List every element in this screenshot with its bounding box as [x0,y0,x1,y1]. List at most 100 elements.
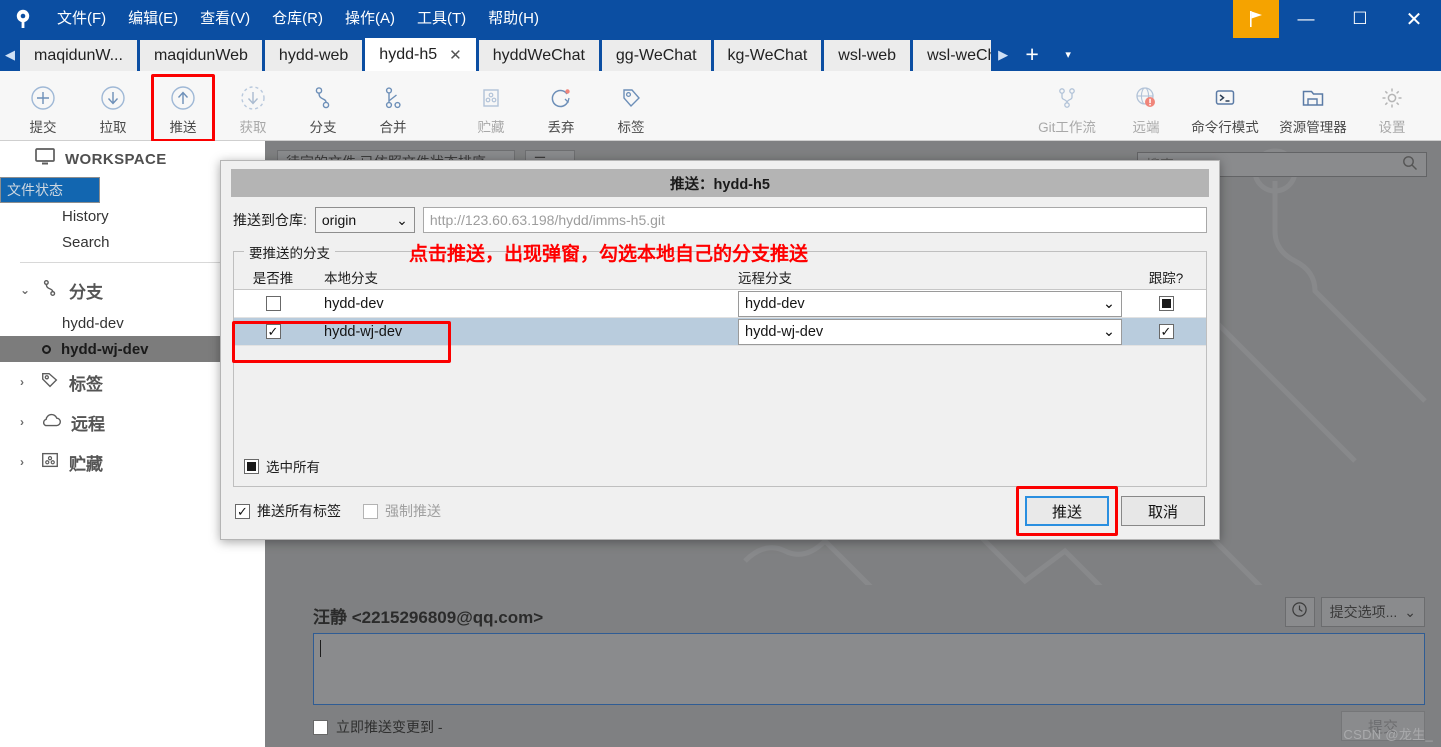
tab-label: maqidunW... [34,46,123,64]
push-all-tags-checkbox[interactable]: ✓ [235,503,250,519]
dialog-push-button[interactable]: 推送 [1025,496,1109,526]
tab-overflow-icon[interactable]: ▾ [1052,38,1084,71]
chevron-right-icon[interactable]: › [20,415,31,429]
toolbar-terminal-button[interactable]: 命令行模式 [1181,75,1269,137]
menu-edit[interactable]: 编辑(E) [117,5,189,33]
clock-icon [1291,601,1308,623]
toolbar-gitflow-button[interactable]: Git工作流 [1023,75,1111,137]
remote-branch-select[interactable]: hydd-dev ⌄ [738,290,1122,317]
branch-icon [308,81,338,115]
toolbar-discard-button[interactable]: 丢弃 [526,75,596,137]
tab-label: hyddWeChat [492,46,585,64]
row-push-checkbox-cell [234,296,312,311]
toolbar-label: 命令行模式 [1191,119,1259,135]
commit-history-button[interactable] [1284,597,1315,627]
monitor-icon [35,148,55,170]
sidebar-group-label: 分支 [69,282,103,302]
add-tab-button[interactable]: + [1012,38,1052,71]
tab-hydd-web[interactable]: hydd-web [264,40,363,71]
text-caret [320,640,321,657]
toolbar-commit-button[interactable]: 提交 [8,75,78,137]
tab-kg-wechat[interactable]: kg-WeChat [713,40,822,71]
flag-button[interactable] [1233,0,1279,38]
toolbar-label: 丢弃 [547,119,575,135]
tab-scroll-left-icon[interactable]: ◀ [0,38,20,71]
sidebar-group-label: 贮藏 [69,454,103,474]
col-track: 跟踪? [1148,271,1184,286]
menu-tools[interactable]: 工具(T) [406,5,477,33]
toolbar-merge-button[interactable]: 合并 [358,75,428,137]
menu-file[interactable]: 文件(F) [46,5,117,33]
toolbar-label: 资源管理器 [1279,119,1347,135]
dialog-cancel-button[interactable]: 取消 [1121,496,1205,526]
toolbar-remote-button[interactable]: 远端 [1111,75,1181,137]
maximize-button[interactable]: ☐ [1333,0,1387,38]
menu-repository[interactable]: 仓库(R) [261,5,334,33]
repo-select[interactable]: origin ⌄ [314,207,415,233]
push-immediately-checkbox[interactable] [313,719,328,735]
minimize-button[interactable]: — [1279,0,1333,38]
commit-message-input[interactable] [313,633,1425,705]
sidebar-item-file-status[interactable]: 文件状态 [0,177,100,203]
tab-wsl-web[interactable]: wsl-web [824,40,911,71]
tab-wsl-wechat[interactable]: wsl-weChat [913,40,992,71]
tab-gg-wechat[interactable]: gg-WeChat [601,40,711,71]
toolbar-explorer-button[interactable]: 资源管理器 [1269,75,1357,137]
toolbar-label: 推送 [169,119,197,135]
track-checkbox[interactable] [1158,296,1174,311]
toolbar-stash-button[interactable]: 贮藏 [456,75,526,137]
tab-scroll-right-icon[interactable]: ▶ [994,38,1012,71]
select-all-checkbox[interactable] [244,458,259,474]
toolbar-tag-button[interactable]: 标签 [596,75,666,137]
toolbar-label: 标签 [617,119,645,135]
cloud-icon [40,411,62,434]
col-remote-branch: 远程分支 [738,271,792,286]
merge-icon [378,81,408,115]
track-checkbox[interactable]: ✓ [1158,324,1174,339]
toolbar-settings-button[interactable]: 设置 [1357,75,1427,137]
stash-box-icon [40,450,60,475]
menu-help[interactable]: 帮助(H) [477,5,550,33]
commit-panel: 汪静 <2215296809@qq.com> 提交选项... ⌄ 立即推送变更到… [265,585,1441,747]
branches-fieldset: 要推送的分支 点击推送，出现弹窗，勾选本地自己的分支推送 是否推 本地分支 远程… [233,242,1207,487]
stash-box-icon [476,81,506,115]
sidebar-group-label: 远程 [71,414,105,434]
dialog-buttons: 推送 取消 [1016,486,1205,536]
tab-hyddwechat[interactable]: hyddWeChat [478,40,599,71]
select-all-row[interactable]: 选中所有 [244,456,320,476]
tab-label: maqidunWeb [153,46,248,64]
repo-select-value: origin [321,212,357,228]
chevron-right-icon[interactable]: › [20,375,31,389]
table-row[interactable]: hydd-dev hydd-dev ⌄ [234,290,1206,318]
menu-view[interactable]: 查看(V) [189,5,261,33]
toolbar-label: 合并 [379,119,407,135]
globe-alert-icon [1131,81,1161,115]
remote-branch-select[interactable]: hydd-wj-dev ⌄ [738,318,1122,345]
push-checkbox[interactable]: ✓ [265,324,281,339]
row-remote-branch-cell: hydd-wj-dev ⌄ [732,318,1126,345]
repo-label: 推送到仓库: [233,212,307,228]
menu-actions[interactable]: 操作(A) [334,5,406,33]
chevron-right-icon[interactable]: › [20,455,31,469]
tab-hydd-h5[interactable]: hydd-h5 ✕ [365,38,476,71]
tab-maqidunw[interactable]: maqidunW... [20,40,137,71]
push-checkbox[interactable] [265,296,281,311]
toolbar-branch-button[interactable]: 分支 [288,75,358,137]
tab-maqidunweb[interactable]: maqidunWeb [139,40,262,71]
toolbar-push-button[interactable]: 推送 [148,73,218,142]
commit-options-label: 提交选项... [1329,604,1398,620]
terminal-icon [1210,81,1240,115]
chevron-down-icon[interactable]: ⌄ [20,283,31,297]
push-all-tags-row[interactable]: ✓ 推送所有标签 [235,501,341,521]
tab-close-icon[interactable]: ✕ [449,46,462,64]
toolbar-pull-button[interactable]: 拉取 [78,75,148,137]
toolbar-fetch-button[interactable]: 获取 [218,75,288,137]
force-push-row: 强制推送 [363,501,441,521]
close-button[interactable]: ✕ [1387,0,1441,38]
push-immediately-label: 立即推送变更到 - [336,719,443,735]
push-dialog: 推送：hydd-h5 推送到仓库: origin ⌄ http://123.60… [220,160,1220,540]
row-local-branch: hydd-dev [324,295,384,312]
commit-options-dropdown[interactable]: 提交选项... ⌄ [1320,597,1425,627]
table-row[interactable]: ✓ hydd-wj-dev hydd-wj-dev ⌄ ✓ [234,318,1206,346]
push-immediately-row[interactable]: 立即推送变更到 - [313,717,443,737]
